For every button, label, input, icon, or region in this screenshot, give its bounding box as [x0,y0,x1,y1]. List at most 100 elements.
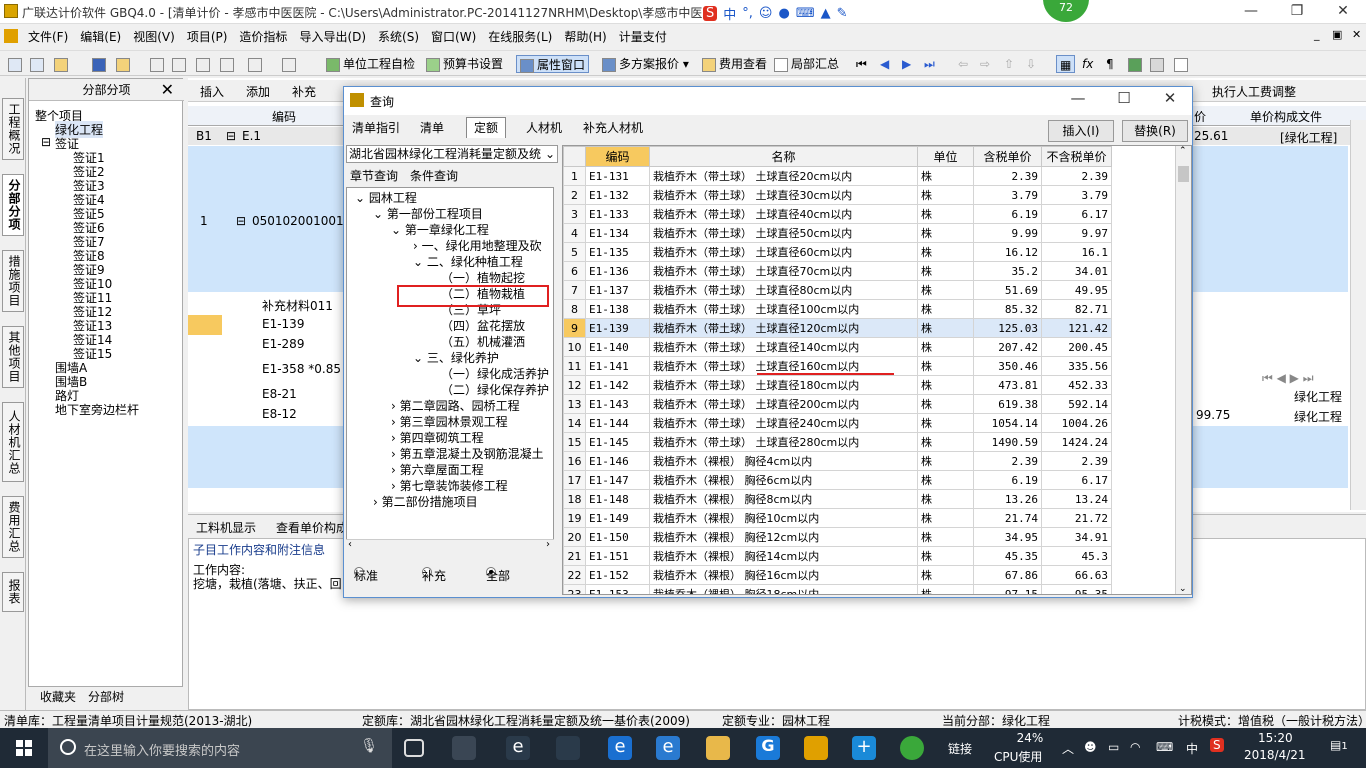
tab-list[interactable]: 清单 [414,117,450,138]
sogou-tray-icon[interactable]: S [1210,738,1224,752]
arrow-right-icon[interactable]: ⇨ [980,55,990,73]
quota-library-select[interactable]: 湖北省园林绿化工程消耗量定额及统 ⌄ [346,145,558,163]
layers-icon[interactable] [1150,55,1167,73]
exec-labor-adjust-button[interactable]: 执行人工费调整 [1212,83,1296,100]
replace-button[interactable]: 替换(R) [1122,120,1188,142]
table-row[interactable]: 23 E1-153 栽植乔木（裸根） 胸径18cm以内株 97.15 95.35 [563,584,1112,594]
menu-payment[interactable]: 计量支付 [613,28,673,45]
menu-import-export[interactable]: 导入导出(D) [293,28,372,45]
tab-reports[interactable]: 报表 [2,572,24,612]
mic-icon[interactable]: 🎙 [360,738,378,754]
tab-sub-items[interactable]: 分部分项 [2,174,24,236]
swirl-app-icon[interactable] [556,736,580,760]
tree-node[interactable]: › 第三章园林景观工程 [391,414,508,430]
menu-edit[interactable]: 编辑(E) [74,28,127,45]
arrow-down-icon[interactable]: ⇩ [1026,55,1036,73]
ie-icon[interactable]: e [506,736,530,760]
scroll-down-icon[interactable]: ⌄ [1179,584,1187,594]
menu-window[interactable]: 窗口(W) [425,28,482,45]
table-row[interactable]: 22 E1-152 栽植乔木（裸根） 胸径16cm以内株 67.86 66.63 [563,565,1112,585]
tools-icon[interactable]: ✎ [837,6,848,21]
table-row[interactable]: 15 E1-145 栽植乔木（带土球） 土球直径280cm以内株 1490.59 142… [563,432,1112,452]
paragraph-icon[interactable]: ¶ [1106,55,1114,73]
last-icon[interactable]: ⏭ [924,55,935,73]
table-row[interactable]: 10 E1-140 栽植乔木（带土球） 土球直径140cm以内株 207.42 200.… [563,337,1112,357]
copy-icon[interactable] [172,55,189,73]
column-composition[interactable]: 单价构成文件 [1250,108,1322,125]
tree-node[interactable]: （一）绿化成活养护 [441,366,549,382]
battery-icon[interactable]: ▭ [1108,740,1119,754]
mdi-restore-icon[interactable]: ▣ [1332,28,1342,41]
taskbar-search[interactable]: 在这里输入你要搜索的内容 🎙 [48,728,392,768]
tree-node[interactable]: 地下室旁边栏杆 [55,401,139,418]
scroll-left-icon[interactable]: ‹ [348,539,352,550]
expand-icon[interactable]: ⊟ [41,135,51,149]
link-label[interactable]: 链接 [948,740,972,757]
clock-date[interactable]: 2018/4/21 [1244,748,1306,762]
table-row[interactable]: 14 E1-144 栽植乔木（带土球） 土球直径240cm以内株 1054.14 100… [563,413,1112,433]
table-row[interactable]: 12 E1-142 栽植乔木（带土球） 土球直径180cm以内株 473.81 452.… [563,375,1112,395]
table-row[interactable]: 18 E1-148 栽植乔木（裸根） 胸径8cm以内株 13.26 13.24 [563,489,1112,509]
tab-chapter-query[interactable]: 章节查询 [350,167,398,184]
column-price[interactable]: 价 [1194,108,1206,125]
scroll-up-icon[interactable]: ⌃ [1179,146,1187,156]
local-summary-checkbox[interactable]: 局部汇总 [774,55,839,73]
skin-icon[interactable]: ▲ [821,6,831,21]
cut-icon[interactable] [150,55,167,73]
tab-price-composition[interactable]: 查看单价构成 [276,519,348,536]
ime-lang[interactable]: 中 [1186,740,1198,757]
wifi-icon[interactable]: ◠ [1130,740,1140,754]
sogou-icon[interactable]: S [703,5,718,21]
punct-icon[interactable]: °, [742,6,753,21]
self-check-button[interactable]: 单位工程自检 [326,55,415,73]
glodon-icon[interactable]: G [756,736,780,760]
tab-part-tree[interactable]: 分部树 [88,688,124,705]
table-row[interactable]: 13 E1-143 栽植乔木（带土球） 土球直径200cm以内株 619.38 592.… [563,394,1112,414]
grid-vscroll[interactable] [1350,120,1366,510]
tab-labor-material-summary[interactable]: 人材机汇总 [2,402,24,482]
table-row[interactable]: 3 E1-133 栽植乔木（带土球） 土球直径40cm以内株 6.19 6.17 [563,204,1112,224]
tree-node[interactable]: （五）机械灌洒 [441,334,525,350]
add-button[interactable]: 添加 [246,83,270,100]
table-row[interactable]: 19 E1-149 栽植乔木（裸根） 胸径10cm以内株 21.74 21.72 [563,508,1112,528]
tree-node[interactable]: › 第七章装饰装修工程 [391,478,508,494]
calculator-icon[interactable]: ▦ [1056,55,1076,73]
green-app-icon[interactable] [900,736,924,760]
emoji-icon[interactable]: ☺ [759,6,773,21]
tree-node[interactable]: › 第五章混凝土及钢筋混凝土 [391,446,544,462]
tab-condition-query[interactable]: 条件查询 [410,167,458,184]
minimize-button[interactable]: — [1228,0,1274,24]
arrow-left-icon[interactable]: ⇦ [958,55,968,73]
ime-toolbar[interactable]: S 中 °, ☺ ● ⌨ ▲ ✎ [703,2,848,24]
dialog-maximize-button[interactable]: ☐ [1104,89,1144,107]
menu-online[interactable]: 在线服务(L) [482,28,558,45]
list-icon[interactable] [1174,55,1191,73]
restore-button[interactable]: ❐ [1274,0,1320,24]
tab-other-items[interactable]: 其他项目 [2,326,24,388]
edge-icon[interactable]: e [608,736,632,760]
table-row[interactable]: E8-21 [188,385,343,405]
tree-node[interactable]: ⌄ 园林工程 [355,190,417,206]
save-as-icon[interactable] [116,55,133,73]
new-project-icon[interactable] [30,55,47,73]
menu-project[interactable]: 项目(P) [181,28,234,45]
next-icon[interactable]: ▶ [902,55,911,73]
table-row[interactable]: 21 E1-151 栽植乔木（裸根） 胸径14cm以内株 45.35 45.3 [563,546,1112,566]
table-row[interactable]: 2 E1-132 栽植乔木（带土球） 土球直径30cm以内株 3.79 3.79 [563,185,1112,205]
table-row[interactable]: 1 ⊟ 050102001001 [188,146,344,292]
tab-list-guide[interactable]: 清单指引 [348,117,404,138]
tab-measures[interactable]: 措施项目 [2,250,24,312]
tab-project-overview[interactable]: 工程概况 [2,98,24,160]
table-row[interactable]: 20 E1-150 栽植乔木（裸根） 胸径12cm以内株 34.95 34.91 [563,527,1112,547]
menu-help[interactable]: 帮助(H) [558,28,612,45]
table-row[interactable]: E1-289 [188,335,343,355]
column-unit[interactable]: 单位 [917,146,974,167]
task-view-icon[interactable] [404,739,424,757]
tree-node[interactable]: › 第四章砌筑工程 [391,430,484,446]
table-row[interactable]: 补充材料011 [188,295,343,315]
column-untaxed-price[interactable]: 不含税单价 [1041,146,1112,167]
insert-button[interactable]: 插入(I) [1048,120,1114,142]
mdi-minimize-icon[interactable]: _ [1314,28,1320,41]
keyboard-icon[interactable]: ⌨ [1156,740,1173,754]
tree-node[interactable]: › 一、绿化用地整理及砍 [413,238,542,254]
